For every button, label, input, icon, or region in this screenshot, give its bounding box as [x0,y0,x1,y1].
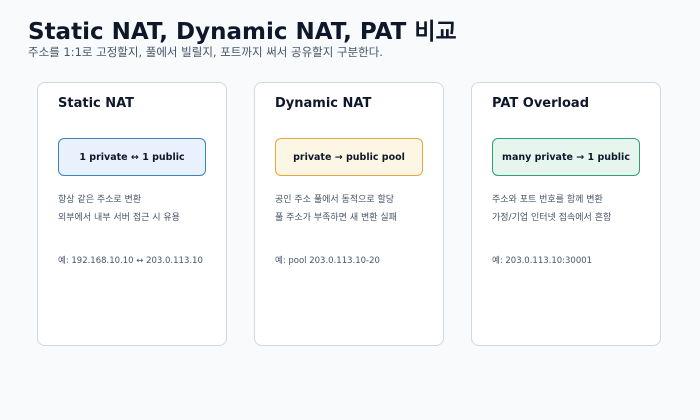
card-description: 가정/기업 인터넷 접속에서 흔함 [492,213,612,223]
mapping-box: 1 private ↔ 1 public [58,138,206,176]
card-example: 예: 203.0.113.10:30001 [492,256,593,266]
card-pat-overload: PAT Overload many private → 1 public 주소와… [471,82,661,346]
card-title: Dynamic NAT [275,96,372,111]
card-example: 예: 192.168.10.10 ↔ 203.0.113.10 [58,256,203,266]
page-title: Static NAT, Dynamic NAT, PAT 비교 [28,19,457,45]
card-example: 예: pool 203.0.113.10-20 [275,256,380,266]
mapping-box: private → public pool [275,138,423,176]
card-dynamic-nat: Dynamic NAT private → public pool 공인 주소 … [254,82,444,346]
mapping-box: many private → 1 public [492,138,640,176]
card-title: PAT Overload [492,96,589,111]
card-description: 외부에서 내부 서버 접근 시 유용 [58,213,180,223]
card-title: Static NAT [58,96,135,111]
card-static-nat: Static NAT 1 private ↔ 1 public 항상 같은 주소… [37,82,227,346]
card-description: 항상 같은 주소로 변환 [58,195,142,205]
card-description: 풀 주소가 부족하면 새 변환 실패 [275,213,397,223]
card-description: 주소와 포트 번호를 함께 변환 [492,195,603,205]
page-subtitle: 주소를 1:1로 고정할지, 풀에서 빌릴지, 포트까지 써서 공유할지 구분한… [28,45,383,59]
card-description: 공인 주소 풀에서 동적으로 할당 [275,195,395,205]
